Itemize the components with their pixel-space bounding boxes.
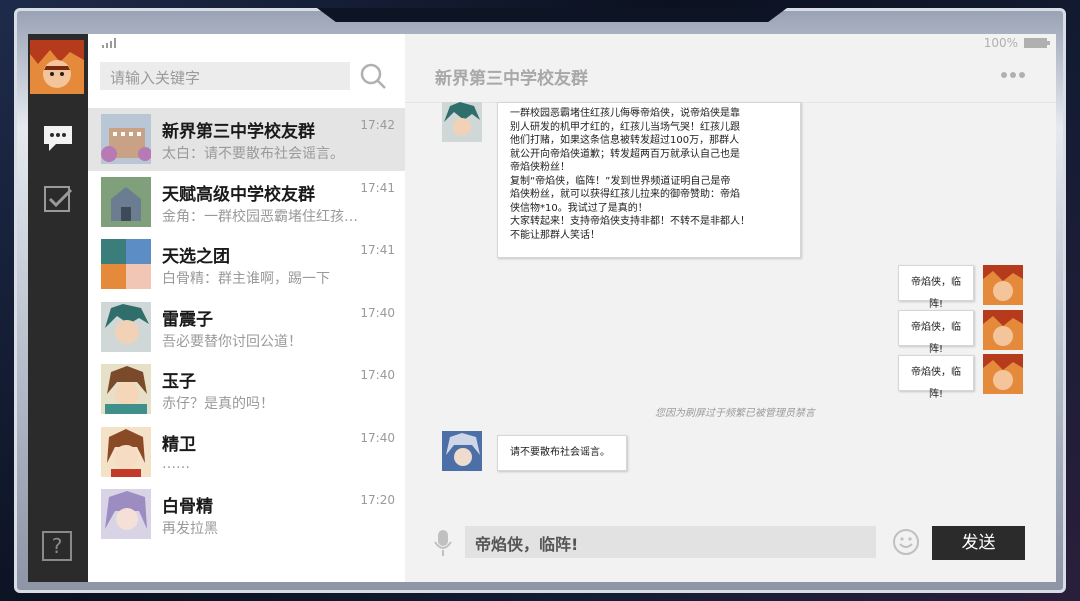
contact-preview: 白骨精：群主谁啊，踢一下 (162, 271, 330, 287)
teal-hair-character-avatar (101, 301, 151, 352)
left-rail: ? (28, 34, 88, 582)
school-building-avatar (101, 114, 151, 164)
contact-panel: 请输入关键字 新界第三中学校友群 17:42 太白：请不要散布社会谣言。 天赋高… (88, 34, 405, 582)
contact-preview: 金角：一群校园恶霸堵住红孩… (162, 208, 358, 225)
contact-item[interactable]: 新界第三中学校友群 17:42 太白：请不要散布社会谣言。 (88, 108, 405, 171)
contact-item[interactable]: 天赋高级中学校友群 17:41 金角：一群校园恶霸堵住红孩… (88, 170, 405, 233)
message-line: 复制“帝焰侠，临阵！”发到世界频道证明自己是帝 (510, 175, 731, 187)
message-bubble: 一群校园恶霸堵住红孩儿侮辱帝焰侠，说帝焰侠是靠 别人研发的机甲才红的，红孩儿当场… (497, 102, 801, 258)
contact-preview: 赤仔？是真的吗！ (162, 396, 274, 412)
my-message-bubble: 帝焰侠，临阵! (898, 355, 974, 400)
message-line: 焰侠粉丝，就可以获得红孩儿拉来的御帝赞助：帝焰 (510, 189, 740, 200)
contact-item[interactable]: 精卫 17:40 …… (88, 420, 405, 483)
contact-preview: …… (162, 455, 190, 472)
help-icon[interactable]: ? (42, 531, 72, 561)
search-icon[interactable] (359, 62, 387, 90)
message-line: 他们打赌，如果这条信息被转发超过100万，那群人 (510, 135, 740, 146)
contact-time: 17:20 (360, 493, 395, 507)
contact-time: 17:40 (360, 368, 395, 382)
contact-name: 雷震子 (162, 309, 213, 330)
message-line: 大家转起来！支持帝焰侠支持非都！不转不是非都人！ (510, 216, 750, 227)
send-button[interactable]: 发送 (932, 526, 1025, 560)
contact-item[interactable]: 玉子 17:40 赤仔？是真的吗！ (88, 358, 405, 421)
my-avatar[interactable] (983, 265, 1023, 305)
school-campus-avatar (101, 176, 151, 227)
contact-time: 17:42 (360, 118, 395, 132)
contact-name: 白骨精 (162, 497, 213, 517)
girl-character-avatar (101, 426, 151, 477)
contact-name: 天赋高级中学校友群 (162, 184, 315, 205)
user-avatar[interactable] (30, 40, 84, 94)
contact-time: 17:41 (360, 180, 395, 195)
microphone-icon[interactable] (433, 530, 453, 556)
contact-name: 新界第三中学校友群 (162, 122, 315, 142)
system-notice: 您因为刷屏过于频繁已被管理员禁言 (655, 408, 815, 419)
contact-time: 17:41 (360, 243, 395, 257)
message-line: 别人研发的机甲才红的，红孩儿当场气哭！红孩儿跟 (510, 121, 740, 133)
chat-title: 新界第三中学校友群 (435, 69, 588, 89)
brown-hair-character-avatar (101, 364, 151, 414)
contact-list: 新界第三中学校友群 17:42 太白：请不要散布社会谣言。 天赋高级中学校友群 … (88, 108, 405, 546)
sender-avatar[interactable] (442, 431, 482, 471)
message-input[interactable]: 帝焰侠，临阵! (465, 526, 876, 558)
chat-screen: ? 请输入关键字 新界第三中学校友群 17:42 太白：请不要散布社会谣言。 天… (28, 34, 1056, 582)
frame-notch (317, 8, 787, 22)
contact-item[interactable]: 天选之团 17:41 白骨精：群主谁啊，踢一下 (88, 233, 405, 296)
message-line: 侠信物*10。我试过了是真的！ (510, 202, 648, 214)
contact-name: 玉子 (162, 372, 196, 392)
more-options-icon[interactable] (1000, 70, 1026, 80)
search-input[interactable]: 请输入关键字 (100, 62, 350, 90)
white-hair-character-avatar (101, 489, 151, 539)
my-message-bubble: 帝焰侠，临阵! (898, 310, 974, 355)
chat-panel: 100% 新界第三中学校友群 一群校园恶霸堵住红孩儿侮辱帝焰侠，说帝焰侠是靠 别… (405, 34, 1056, 582)
message-line: 帝焰侠粉丝！ (510, 162, 570, 173)
contact-item[interactable]: 雷震子 17:40 吾必要替你讨回公道！ (88, 295, 405, 358)
chat-bubble-icon[interactable] (42, 122, 74, 154)
battery-icon (1024, 38, 1050, 48)
contact-name: 天选之团 (162, 247, 230, 267)
group-collage-avatar (101, 239, 151, 289)
message-line: 不能让那群人笑话！ (510, 229, 600, 241)
battery-level: 100% (983, 36, 1018, 50)
task-checkbox-icon[interactable] (42, 184, 74, 216)
contact-preview: 再发拉黑 (162, 521, 218, 537)
sender-avatar[interactable] (442, 102, 482, 142)
my-avatar[interactable] (983, 354, 1023, 394)
contact-item[interactable]: 白骨精 17:20 再发拉黑 (88, 483, 405, 546)
contact-preview: 太白：请不要散布社会谣言。 (162, 146, 344, 162)
contact-name: 精卫 (162, 434, 196, 455)
my-avatar[interactable] (983, 310, 1023, 350)
message-line: 就公开向帝焰侠道歉；转发超两百万就承认自己也是 (510, 148, 740, 160)
my-message-bubble: 帝焰侠，临阵! (898, 265, 974, 310)
contact-preview: 吾必要替你讨回公道！ (162, 333, 302, 350)
contact-time: 17:40 (360, 430, 395, 445)
message-bubble: 请不要散布社会谣言。 (497, 435, 627, 471)
emoji-icon[interactable] (892, 528, 920, 556)
message-line: 一群校园恶霸堵住红孩儿侮辱帝焰侠，说帝焰侠是靠 (510, 108, 740, 119)
contact-time: 17:40 (360, 305, 395, 320)
signal-icon (102, 38, 116, 48)
